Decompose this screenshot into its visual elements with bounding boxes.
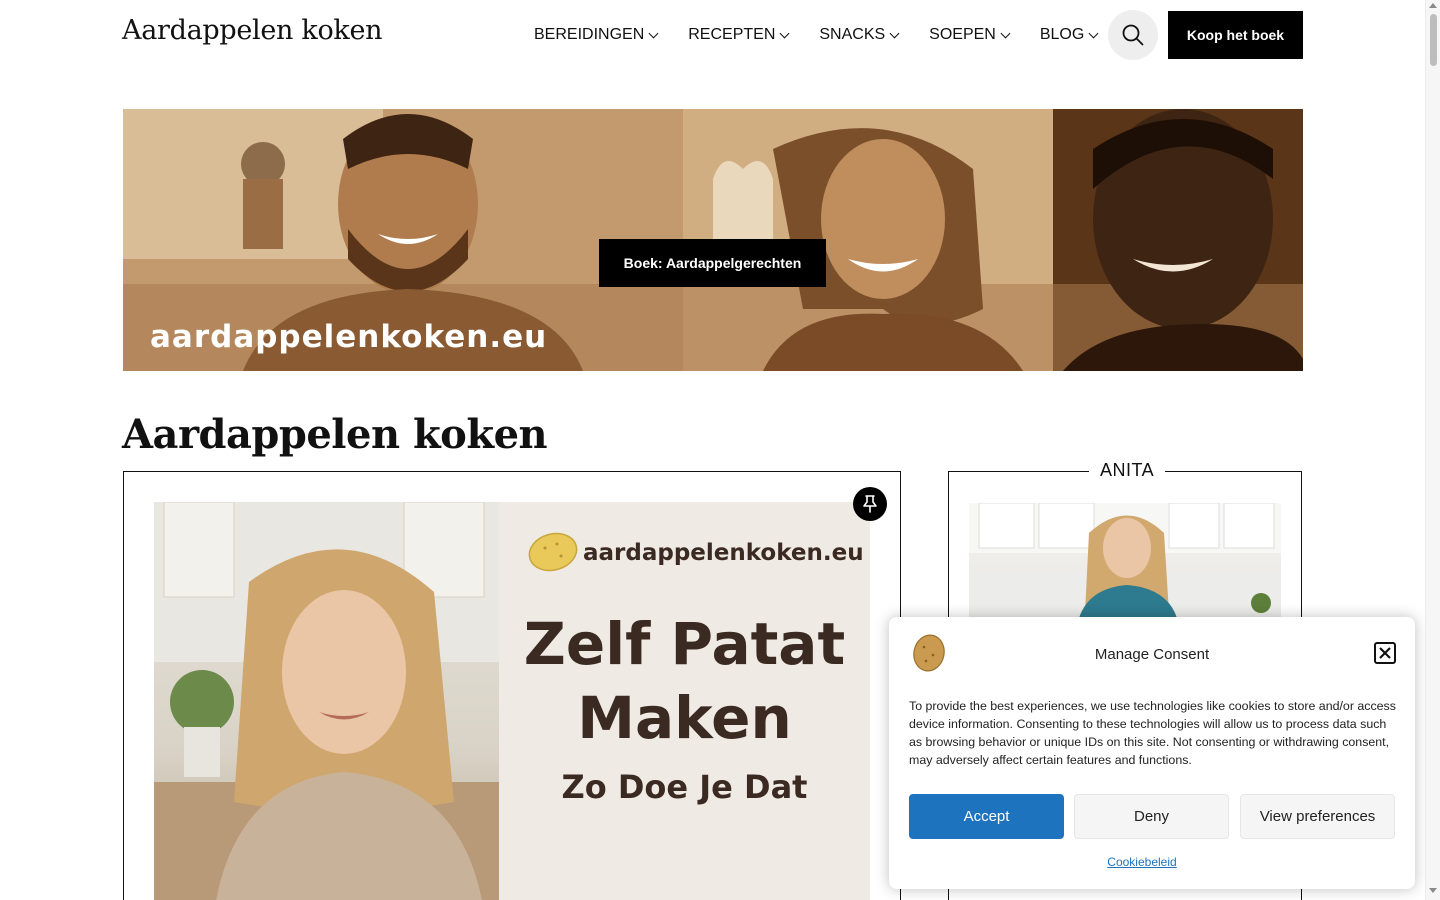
consent-description: To provide the best experiences, we use … (909, 699, 1396, 767)
widget-title: ANITA (1089, 460, 1166, 481)
close-button[interactable] (1374, 642, 1396, 664)
cookie-policy-link[interactable]: Cookiebeleid (889, 855, 1395, 869)
nav-label: BEREIDINGEN (534, 26, 645, 43)
chevron-down-icon (779, 28, 790, 38)
chevron-down-icon (1088, 28, 1099, 38)
scrollbar-thumb[interactable] (1430, 14, 1437, 66)
post-image-logo-text: aardappelenkoken.eu (583, 540, 864, 566)
post-image-title-panel: aardappelenkoken.eu Zelf Patat Maken Zo … (499, 502, 870, 900)
deny-button[interactable]: Deny (1074, 794, 1229, 839)
post-image-subtitle: Zo Doe Je Dat (561, 768, 808, 806)
accept-button[interactable]: Accept (909, 794, 1064, 839)
page-title: Aardappelen koken (122, 411, 548, 458)
nav-label: RECEPTEN (688, 26, 776, 43)
chevron-down-icon (1000, 28, 1011, 38)
buy-book-button[interactable]: Koop het boek (1168, 11, 1303, 59)
search-button[interactable] (1108, 10, 1158, 60)
hero-watermark: aardappelenkoken.eu (150, 319, 548, 355)
nav-label: SNACKS (819, 26, 886, 43)
scroll-down-arrow-icon[interactable] (1429, 888, 1437, 893)
post-image[interactable]: aardappelenkoken.eu Zelf Patat Maken Zo … (154, 502, 870, 900)
view-preferences-button[interactable]: View preferences (1240, 794, 1395, 839)
pinned-badge (853, 487, 887, 521)
nav-item-recepten[interactable]: RECEPTEN (688, 26, 790, 44)
post-photo (154, 502, 499, 900)
nav-label: SOEPEN (929, 26, 996, 43)
nav-item-bereidingen[interactable]: BEREIDINGEN (534, 26, 659, 44)
post-image-title-line1: Zelf Patat (523, 610, 846, 678)
nav-item-blog[interactable]: BLOG (1039, 26, 1099, 44)
author-photo[interactable] (969, 503, 1281, 618)
nav-label: BLOG (1039, 26, 1085, 43)
consent-title: Manage Consent (1094, 646, 1210, 663)
nav-item-soepen[interactable]: SOEPEN (929, 26, 1011, 44)
chevron-down-icon (648, 28, 659, 38)
consent-dialog: Manage Consent To provide the best exper… (889, 617, 1415, 889)
nav-item-snacks[interactable]: SNACKS (819, 26, 900, 44)
chevron-down-icon (889, 28, 900, 38)
book-button[interactable]: Boek: Aardappelgerechten (599, 239, 826, 287)
post-image-title-line2: Maken (577, 684, 792, 752)
site-title[interactable]: Aardappelen koken (122, 15, 383, 46)
close-icon (1379, 647, 1391, 659)
pin-icon (863, 495, 877, 513)
featured-post-card[interactable]: aardappelenkoken.eu Zelf Patat Maken Zo … (123, 471, 901, 900)
page-scrollbar[interactable] (1425, 0, 1440, 900)
search-icon (1122, 24, 1144, 46)
main-nav: BEREIDINGEN RECEPTEN SNACKS SOEPEN BLOG (534, 0, 1099, 70)
site-header: Aardappelen koken BEREIDINGEN RECEPTEN S… (0, 0, 1425, 70)
potato-icon (528, 532, 578, 572)
hero-banner: Boek: Aardappelgerechten aardappelenkoke… (123, 109, 1303, 371)
scroll-up-arrow-icon[interactable] (1429, 3, 1437, 8)
